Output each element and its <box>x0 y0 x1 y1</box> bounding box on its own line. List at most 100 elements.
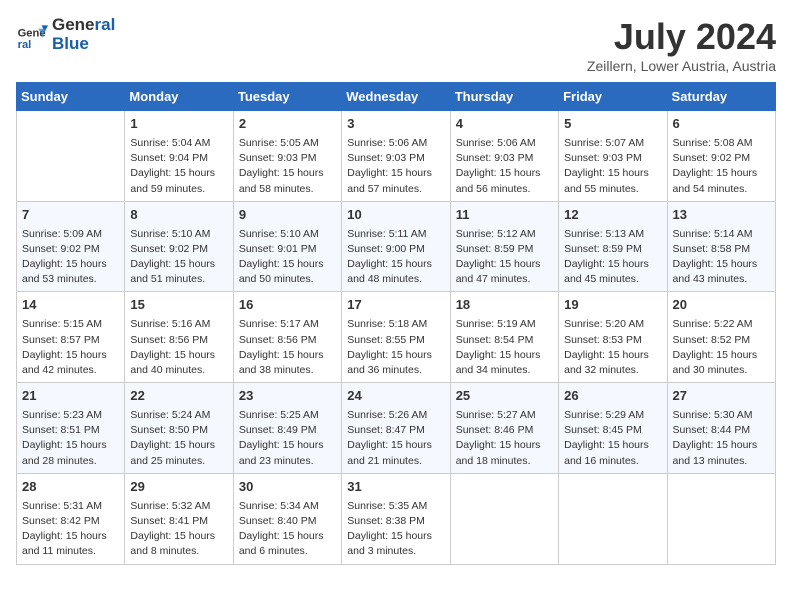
calendar-cell: 14 Sunrise: 5:15 AMSunset: 8:57 PMDayligh… <box>17 292 125 383</box>
col-header-tuesday: Tuesday <box>233 83 341 111</box>
col-header-saturday: Saturday <box>667 83 775 111</box>
location-subtitle: Zeillern, Lower Austria, Austria <box>587 58 776 74</box>
day-info: Sunrise: 5:31 AMSunset: 8:42 PMDaylight:… <box>22 499 119 560</box>
calendar-cell: 5 Sunrise: 5:07 AMSunset: 9:03 PMDaylight… <box>559 111 667 202</box>
day-number: 20 <box>673 296 770 315</box>
day-info: Sunrise: 5:20 AMSunset: 8:53 PMDaylight:… <box>564 317 661 378</box>
day-number: 1 <box>130 115 227 134</box>
day-number: 5 <box>564 115 661 134</box>
day-number: 21 <box>22 387 119 406</box>
day-info: Sunrise: 5:30 AMSunset: 8:44 PMDaylight:… <box>673 408 770 469</box>
day-info: Sunrise: 5:09 AMSunset: 9:02 PMDaylight:… <box>22 227 119 288</box>
calendar-cell: 31 Sunrise: 5:35 AMSunset: 8:38 PMDayligh… <box>342 473 450 564</box>
calendar-cell: 4 Sunrise: 5:06 AMSunset: 9:03 PMDaylight… <box>450 111 558 202</box>
day-info: Sunrise: 5:06 AMSunset: 9:03 PMDaylight:… <box>347 136 444 197</box>
day-info: Sunrise: 5:06 AMSunset: 9:03 PMDaylight:… <box>456 136 553 197</box>
day-info: Sunrise: 5:22 AMSunset: 8:52 PMDaylight:… <box>673 317 770 378</box>
title-block: July 2024 Zeillern, Lower Austria, Austr… <box>587 16 776 74</box>
day-number: 11 <box>456 206 553 225</box>
calendar-cell: 29 Sunrise: 5:32 AMSunset: 8:41 PMDayligh… <box>125 473 233 564</box>
calendar-cell: 20 Sunrise: 5:22 AMSunset: 8:52 PMDayligh… <box>667 292 775 383</box>
day-info: Sunrise: 5:08 AMSunset: 9:02 PMDaylight:… <box>673 136 770 197</box>
day-info: Sunrise: 5:29 AMSunset: 8:45 PMDaylight:… <box>564 408 661 469</box>
day-number: 4 <box>456 115 553 134</box>
calendar-header-row: SundayMondayTuesdayWednesdayThursdayFrid… <box>17 83 776 111</box>
day-number: 29 <box>130 478 227 497</box>
day-info: Sunrise: 5:12 AMSunset: 8:59 PMDaylight:… <box>456 227 553 288</box>
calendar-cell: 18 Sunrise: 5:19 AMSunset: 8:54 PMDayligh… <box>450 292 558 383</box>
day-number: 16 <box>239 296 336 315</box>
day-number: 28 <box>22 478 119 497</box>
calendar-cell: 10 Sunrise: 5:11 AMSunset: 9:00 PMDayligh… <box>342 201 450 292</box>
calendar-cell: 21Sunrise: 5:23 AMSunset: 8:51 PMDayligh… <box>17 383 125 474</box>
day-info: Sunrise: 5:26 AMSunset: 8:47 PMDaylight:… <box>347 408 444 469</box>
calendar-cell: 2Sunrise: 5:05 AMSunset: 9:03 PMDaylight… <box>233 111 341 202</box>
day-info: Sunrise: 5:10 AMSunset: 9:02 PMDaylight:… <box>130 227 227 288</box>
logo-line2: Blue <box>52 35 115 54</box>
calendar-cell: 24 Sunrise: 5:26 AMSunset: 8:47 PMDayligh… <box>342 383 450 474</box>
day-number: 18 <box>456 296 553 315</box>
day-number: 31 <box>347 478 444 497</box>
calendar-cell: 26 Sunrise: 5:29 AMSunset: 8:45 PMDayligh… <box>559 383 667 474</box>
calendar-week-row: 14 Sunrise: 5:15 AMSunset: 8:57 PMDayligh… <box>17 292 776 383</box>
calendar-cell: 9 Sunrise: 5:10 AMSunset: 9:01 PMDaylight… <box>233 201 341 292</box>
day-info: Sunrise: 5:24 AMSunset: 8:50 PMDaylight:… <box>130 408 227 469</box>
day-info: Sunrise: 5:07 AMSunset: 9:03 PMDaylight:… <box>564 136 661 197</box>
day-info: Sunrise: 5:35 AMSunset: 8:38 PMDaylight:… <box>347 499 444 560</box>
day-info: Sunrise: 5:34 AMSunset: 8:40 PMDaylight:… <box>239 499 336 560</box>
day-number: 12 <box>564 206 661 225</box>
col-header-thursday: Thursday <box>450 83 558 111</box>
day-number: 17 <box>347 296 444 315</box>
day-info: Sunrise: 5:10 AMSunset: 9:01 PMDaylight:… <box>239 227 336 288</box>
day-info: Sunrise: 5:15 AMSunset: 8:57 PMDaylight:… <box>22 317 119 378</box>
day-info: Sunrise: 5:04 AMSunset: 9:04 PMDaylight:… <box>130 136 227 197</box>
calendar-cell: 3Sunrise: 5:06 AMSunset: 9:03 PMDaylight… <box>342 111 450 202</box>
day-number: 25 <box>456 387 553 406</box>
calendar-cell: 16 Sunrise: 5:17 AMSunset: 8:56 PMDayligh… <box>233 292 341 383</box>
calendar-cell: 6 Sunrise: 5:08 AMSunset: 9:02 PMDaylight… <box>667 111 775 202</box>
calendar-cell: 28 Sunrise: 5:31 AMSunset: 8:42 PMDayligh… <box>17 473 125 564</box>
calendar-cell: 1 Sunrise: 5:04 AMSunset: 9:04 PMDaylight… <box>125 111 233 202</box>
calendar-week-row: 28 Sunrise: 5:31 AMSunset: 8:42 PMDayligh… <box>17 473 776 564</box>
col-header-sunday: Sunday <box>17 83 125 111</box>
day-number: 8 <box>130 206 227 225</box>
day-info: Sunrise: 5:19 AMSunset: 8:54 PMDaylight:… <box>456 317 553 378</box>
month-year-title: July 2024 <box>587 16 776 58</box>
day-info: Sunrise: 5:11 AMSunset: 9:00 PMDaylight:… <box>347 227 444 288</box>
day-info: Sunrise: 5:32 AMSunset: 8:41 PMDaylight:… <box>130 499 227 560</box>
day-info: Sunrise: 5:05 AMSunset: 9:03 PMDaylight:… <box>239 136 336 197</box>
calendar-cell: 19Sunrise: 5:20 AMSunset: 8:53 PMDayligh… <box>559 292 667 383</box>
day-number: 26 <box>564 387 661 406</box>
calendar-cell: 17Sunrise: 5:18 AMSunset: 8:55 PMDayligh… <box>342 292 450 383</box>
calendar-cell <box>559 473 667 564</box>
day-number: 14 <box>22 296 119 315</box>
day-info: Sunrise: 5:14 AMSunset: 8:58 PMDaylight:… <box>673 227 770 288</box>
day-number: 10 <box>347 206 444 225</box>
day-number: 30 <box>239 478 336 497</box>
calendar-cell: 27Sunrise: 5:30 AMSunset: 8:44 PMDayligh… <box>667 383 775 474</box>
day-info: Sunrise: 5:17 AMSunset: 8:56 PMDaylight:… <box>239 317 336 378</box>
day-info: Sunrise: 5:25 AMSunset: 8:49 PMDaylight:… <box>239 408 336 469</box>
calendar-cell: 30 Sunrise: 5:34 AMSunset: 8:40 PMDayligh… <box>233 473 341 564</box>
day-number: 6 <box>673 115 770 134</box>
calendar-cell: 13 Sunrise: 5:14 AMSunset: 8:58 PMDayligh… <box>667 201 775 292</box>
day-number: 7 <box>22 206 119 225</box>
calendar-cell: 12Sunrise: 5:13 AMSunset: 8:59 PMDayligh… <box>559 201 667 292</box>
day-number: 9 <box>239 206 336 225</box>
calendar-cell <box>17 111 125 202</box>
calendar-week-row: 21Sunrise: 5:23 AMSunset: 8:51 PMDayligh… <box>17 383 776 474</box>
day-info: Sunrise: 5:16 AMSunset: 8:56 PMDaylight:… <box>130 317 227 378</box>
calendar-cell: 22 Sunrise: 5:24 AMSunset: 8:50 PMDayligh… <box>125 383 233 474</box>
day-number: 13 <box>673 206 770 225</box>
calendar-cell <box>667 473 775 564</box>
logo-line1: General <box>52 16 115 35</box>
logo: Gene ral General Blue <box>16 16 115 53</box>
day-number: 23 <box>239 387 336 406</box>
day-number: 24 <box>347 387 444 406</box>
day-info: Sunrise: 5:27 AMSunset: 8:46 PMDaylight:… <box>456 408 553 469</box>
calendar-cell: 15Sunrise: 5:16 AMSunset: 8:56 PMDayligh… <box>125 292 233 383</box>
day-number: 22 <box>130 387 227 406</box>
calendar-cell: 7 Sunrise: 5:09 AMSunset: 9:02 PMDaylight… <box>17 201 125 292</box>
svg-text:ral: ral <box>18 38 32 50</box>
calendar-cell: 23 Sunrise: 5:25 AMSunset: 8:49 PMDayligh… <box>233 383 341 474</box>
